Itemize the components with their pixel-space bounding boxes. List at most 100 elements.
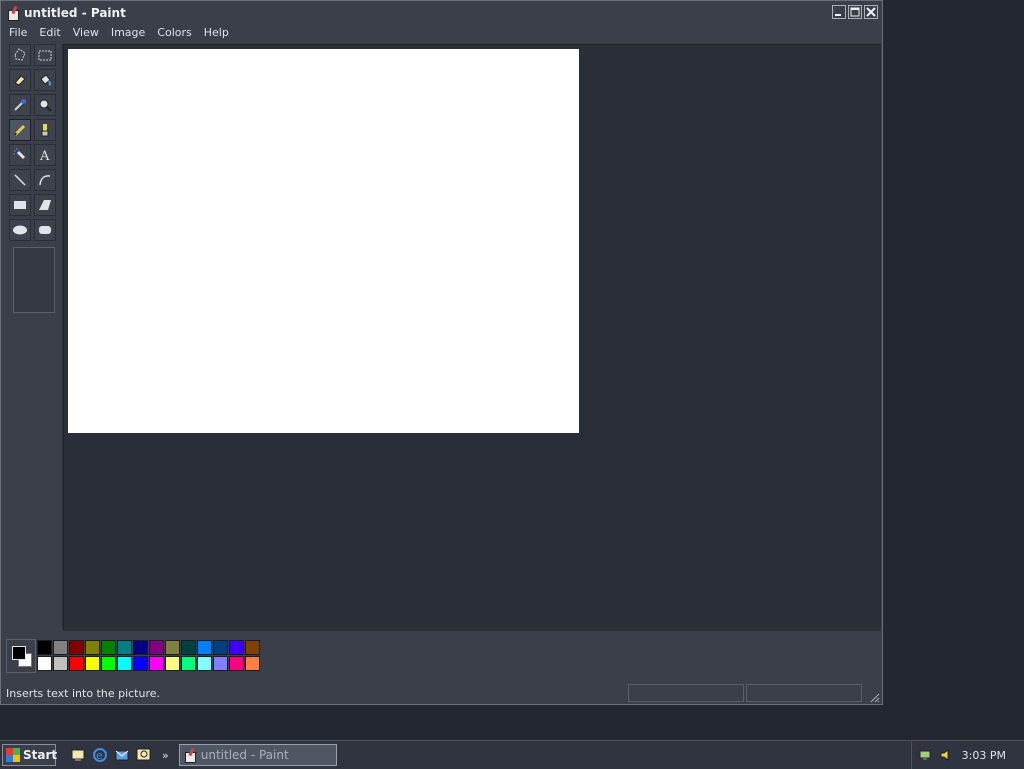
tool-free-form-select[interactable]: [9, 44, 31, 66]
color-swatch[interactable]: [149, 656, 164, 671]
eraser-icon: [14, 75, 26, 86]
tool-fill[interactable]: [34, 69, 56, 91]
resize-grip-icon[interactable]: [868, 691, 880, 703]
tool-eraser[interactable]: [9, 69, 31, 91]
drawing-workspace: [63, 44, 881, 631]
menu-help[interactable]: Help: [198, 24, 235, 42]
color-swatch[interactable]: [69, 640, 84, 655]
maximize-button[interactable]: [848, 5, 862, 19]
color-swatch[interactable]: [101, 656, 116, 671]
internet-explorer-icon[interactable]: e: [92, 747, 108, 763]
fill-bucket-icon: [40, 74, 51, 86]
tool-rounded-rectangle[interactable]: [34, 219, 56, 241]
minimize-button[interactable]: [832, 5, 846, 19]
color-swatch[interactable]: [197, 640, 212, 655]
color-swatch[interactable]: [37, 640, 52, 655]
color-swatch[interactable]: [165, 656, 180, 671]
clock[interactable]: 3:03 PM: [962, 749, 1006, 762]
svg-text:A: A: [39, 149, 50, 163]
menu-bar: File Edit View Image Colors Help: [3, 24, 880, 42]
minimize-icon: [835, 14, 841, 16]
rect-select-icon: [38, 50, 52, 61]
color-swatch[interactable]: [53, 640, 68, 655]
toolbox: A: [6, 44, 63, 629]
paint-task-icon: [184, 747, 198, 763]
maximize-icon: [850, 7, 860, 17]
free-form-select-icon: [14, 48, 26, 61]
network-icon[interactable]: [918, 747, 934, 763]
tool-brush[interactable]: [34, 119, 56, 141]
color-swatch[interactable]: [101, 640, 116, 655]
tool-magnifier[interactable]: [34, 94, 56, 116]
color-swatch[interactable]: [117, 640, 132, 655]
taskbar: Start e » untitled - Paint 3:03 PM: [0, 740, 1024, 769]
paint-app-icon[interactable]: [7, 5, 21, 21]
color-swatch[interactable]: [133, 640, 148, 655]
tool-curve[interactable]: [34, 169, 56, 191]
ellipse-icon: [13, 225, 27, 235]
task-label: untitled - Paint: [200, 748, 289, 762]
color-swatch[interactable]: [69, 656, 84, 671]
pencil-icon: [13, 124, 26, 137]
foreground-color[interactable]: [12, 646, 26, 660]
color-swatch[interactable]: [149, 640, 164, 655]
tool-ellipse[interactable]: [9, 219, 31, 241]
title-bar[interactable]: untitled - Paint: [3, 3, 880, 23]
quick-launch-chevron-icon[interactable]: »: [162, 749, 169, 762]
line-icon: [14, 174, 26, 186]
tool-line[interactable]: [9, 169, 31, 191]
close-icon: [866, 7, 876, 17]
tool-polygon[interactable]: [34, 194, 56, 216]
polygon-icon: [39, 200, 51, 210]
color-swatch[interactable]: [133, 656, 148, 671]
volume-icon[interactable]: [938, 747, 954, 763]
curve-icon: [39, 175, 51, 186]
quick-launch: e »: [70, 747, 169, 763]
tool-options-box[interactable]: [13, 247, 55, 313]
airbrush-icon: [13, 148, 26, 160]
window-title: untitled - Paint: [24, 6, 126, 20]
status-bar: Inserts text into the picture.: [3, 683, 880, 703]
color-swatch[interactable]: [85, 656, 100, 671]
outlook-express-icon[interactable]: [114, 747, 130, 763]
color-swatch[interactable]: [245, 656, 260, 671]
current-colors[interactable]: [6, 639, 36, 673]
tool-select[interactable]: [34, 44, 56, 66]
color-swatch[interactable]: [117, 656, 132, 671]
tool-pick-color[interactable]: [9, 94, 31, 116]
desktop-icon[interactable]: [70, 747, 86, 763]
tool-rectangle[interactable]: [9, 194, 31, 216]
menu-file[interactable]: File: [3, 24, 33, 42]
drawing-canvas[interactable]: [68, 49, 579, 433]
text-icon: A: [39, 149, 50, 163]
color-swatch[interactable]: [37, 656, 52, 671]
color-swatch[interactable]: [181, 656, 196, 671]
color-swatch[interactable]: [85, 640, 100, 655]
brush-icon: [41, 124, 49, 137]
taskbar-paint-button[interactable]: untitled - Paint: [178, 744, 337, 766]
start-label: Start: [23, 748, 58, 762]
menu-colors[interactable]: Colors: [151, 24, 197, 42]
menu-view[interactable]: View: [67, 24, 105, 42]
system-tray: 3:03 PM: [911, 741, 1024, 769]
color-swatch[interactable]: [229, 640, 244, 655]
tool-pencil[interactable]: [9, 119, 31, 141]
color-swatch[interactable]: [53, 656, 68, 671]
menu-image[interactable]: Image: [105, 24, 151, 42]
color-swatch[interactable]: [197, 656, 212, 671]
color-swatch[interactable]: [229, 656, 244, 671]
color-swatch[interactable]: [213, 656, 228, 671]
color-swatches: [37, 640, 260, 671]
rectangle-icon: [14, 201, 26, 209]
color-swatch[interactable]: [213, 640, 228, 655]
color-swatch[interactable]: [181, 640, 196, 655]
start-button[interactable]: Start: [2, 744, 58, 766]
tool-airbrush[interactable]: [9, 144, 31, 166]
search-icon[interactable]: [136, 747, 152, 763]
close-button[interactable]: [864, 5, 878, 19]
color-swatch[interactable]: [245, 640, 260, 655]
tool-text[interactable]: A: [34, 144, 56, 166]
menu-edit[interactable]: Edit: [33, 24, 66, 42]
eyedropper-icon: [14, 99, 26, 111]
color-swatch[interactable]: [165, 640, 180, 655]
